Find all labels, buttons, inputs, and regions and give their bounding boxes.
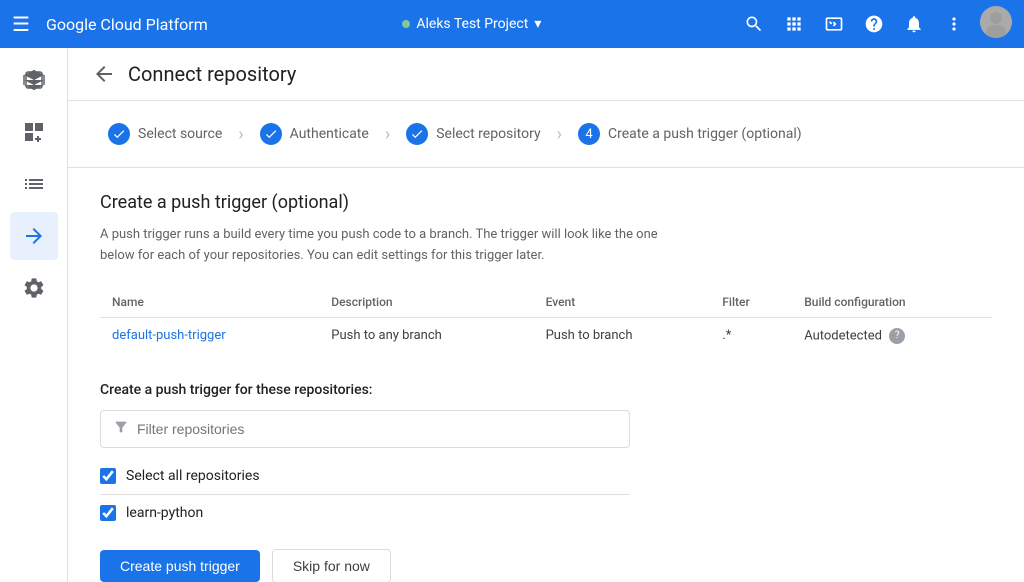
app-layout: Connect repository Select source › Authe… <box>0 48 1024 582</box>
trigger-description: Push to any branch <box>319 317 533 354</box>
select-all-checkbox[interactable] <box>100 468 116 484</box>
hamburger-menu-icon[interactable]: ☰ <box>12 12 30 36</box>
notifications-icon[interactable] <box>896 6 932 42</box>
project-dropdown-icon: ▾ <box>534 16 541 32</box>
step4-label: Create a push trigger (optional) <box>608 126 802 142</box>
col-build-config: Build configuration <box>792 287 992 318</box>
checkbox-divider <box>100 494 630 495</box>
create-push-trigger-button[interactable]: Create push trigger <box>100 550 260 582</box>
trigger-name[interactable]: default-push-trigger <box>112 328 226 343</box>
trigger-filter: .* <box>710 317 792 354</box>
sidebar <box>0 48 68 582</box>
trigger-event: Push to branch <box>534 317 711 354</box>
table-row: default-push-trigger Push to any branch … <box>100 317 992 354</box>
page-title: Connect repository <box>128 62 296 86</box>
step1-label: Select source <box>138 126 222 142</box>
section-title: Create a push trigger (optional) <box>100 192 992 213</box>
filter-input-wrap <box>100 410 630 448</box>
cloud-shell-icon[interactable] <box>816 6 852 42</box>
back-button[interactable] <box>92 62 116 86</box>
step2-check-icon <box>260 123 282 145</box>
col-name: Name <box>100 287 319 318</box>
col-filter: Filter <box>710 287 792 318</box>
sidebar-item-settings[interactable] <box>10 264 58 312</box>
step-select-repository[interactable]: Select repository <box>390 115 556 153</box>
step-create-push-trigger[interactable]: 4 Create a push trigger (optional) <box>562 115 818 153</box>
step-authenticate[interactable]: Authenticate <box>244 115 385 153</box>
filter-icon <box>113 419 129 439</box>
more-vert-icon[interactable] <box>936 6 972 42</box>
trigger-table: Name Description Event Filter Build conf… <box>100 287 992 354</box>
step-select-source[interactable]: Select source <box>92 115 238 153</box>
step4-num: 4 <box>578 123 600 145</box>
project-name: Aleks Test Project <box>416 16 528 32</box>
project-selector[interactable]: Aleks Test Project ▾ <box>394 12 549 36</box>
top-navigation: ☰ Google Cloud Platform Aleks Test Proje… <box>0 0 1024 48</box>
repo-checkbox-learn-python[interactable] <box>100 505 116 521</box>
user-avatar[interactable] <box>980 6 1012 38</box>
step1-check-icon <box>108 123 130 145</box>
step2-label: Authenticate <box>290 126 369 142</box>
filter-input[interactable] <box>137 421 617 437</box>
select-all-row[interactable]: Select all repositories <box>100 460 992 492</box>
sidebar-item-home[interactable] <box>10 56 58 104</box>
repo-row-learn-python[interactable]: learn-python <box>100 497 992 529</box>
trigger-build-config: Autodetected ? <box>792 317 992 354</box>
sidebar-item-list[interactable] <box>10 160 58 208</box>
action-buttons: Create push trigger Skip for now <box>100 549 992 582</box>
build-config-help-icon[interactable]: ? <box>889 328 905 344</box>
repo-section-title: Create a push trigger for these reposito… <box>100 382 992 398</box>
step3-check-icon <box>406 123 428 145</box>
apps-icon[interactable] <box>776 6 812 42</box>
project-status-dot <box>402 20 410 28</box>
stepper: Select source › Authenticate › Select re… <box>68 101 1024 168</box>
main-content: Connect repository Select source › Authe… <box>68 48 1024 582</box>
col-description: Description <box>319 287 533 318</box>
search-icon[interactable] <box>736 6 772 42</box>
app-brand: Google Cloud Platform <box>46 15 208 34</box>
col-event: Event <box>534 287 711 318</box>
sidebar-item-triggers[interactable] <box>10 212 58 260</box>
page-header: Connect repository <box>68 48 1024 101</box>
top-nav-icons <box>736 6 1012 42</box>
skip-for-now-button[interactable]: Skip for now <box>272 549 391 582</box>
repo-label-learn-python: learn-python <box>126 505 203 521</box>
sidebar-item-dashboard[interactable] <box>10 108 58 156</box>
select-all-label: Select all repositories <box>126 468 260 484</box>
section-description: A push trigger runs a build every time y… <box>100 225 660 267</box>
help-icon[interactable] <box>856 6 892 42</box>
step3-label: Select repository <box>436 126 540 142</box>
content-area: Create a push trigger (optional) A push … <box>68 168 1024 582</box>
